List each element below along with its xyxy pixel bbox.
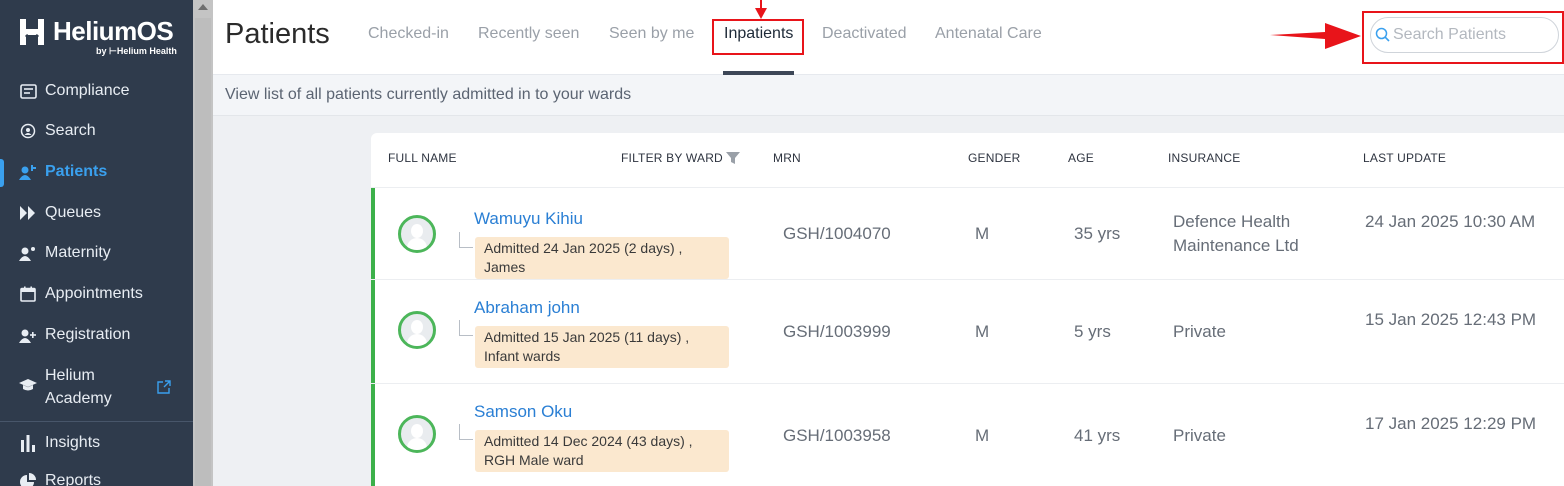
gender-cell: M <box>975 224 990 243</box>
graduation-cap-icon <box>19 376 37 394</box>
tree-connector <box>459 320 473 336</box>
age-cell: 35 yrs <box>1074 224 1121 243</box>
insurance-cell: Defence Health Maintenance Ltd <box>1173 212 1299 255</box>
main-content: FULL NAME FILTER BY WARD MRN GENDER AGE … <box>213 116 1564 486</box>
last-update-cell: 15 Jan 2025 12:43 PM <box>1365 310 1537 329</box>
sidebar-divider <box>0 421 193 422</box>
patients-table: FULL NAME FILTER BY WARD MRN GENDER AGE … <box>371 133 1564 486</box>
sidebar-item-label: Helium Academy <box>45 367 112 407</box>
info-bar: View list of all patients currently admi… <box>213 75 1564 116</box>
tab-antenatal-care[interactable]: Antenatal Care <box>935 25 1042 43</box>
sidebar-item-label: Reports <box>45 472 102 486</box>
admission-badge: Admitted 14 Dec 2024 (43 days) , RGH Mal… <box>475 430 729 472</box>
sidebar-item-label: Compliance <box>45 82 130 99</box>
company-byline: by ⊢Helium Health <box>96 46 177 56</box>
annotation-arrow-right-icon <box>1270 23 1361 49</box>
pie-chart-icon <box>19 472 37 486</box>
calendar-icon <box>19 285 37 303</box>
info-text: View list of all patients currently admi… <box>225 86 632 103</box>
maternity-icon <box>19 244 37 262</box>
page-title: Patients <box>225 18 330 50</box>
insurance-cell: Private <box>1173 322 1226 341</box>
patient-name-link[interactable]: Abraham john <box>474 298 580 318</box>
column-header-gender[interactable]: GENDER <box>968 151 1021 165</box>
sidebar: HeliumOS by ⊢Helium Health Compliance Se… <box>0 0 193 486</box>
sidebar-item-compliance[interactable]: Compliance <box>0 72 193 110</box>
table-row[interactable]: Wamuyu Kihiu Admitted 24 Jan 2025 (2 day… <box>371 188 1564 280</box>
sidebar-item-queues[interactable]: Queues <box>0 194 193 232</box>
last-update-cell: 17 Jan 2025 12:29 PM <box>1365 414 1537 433</box>
sidebar-item-registration[interactable]: Registration <box>0 316 193 354</box>
annotation-arrow-down-icon <box>755 0 767 19</box>
app-name: HeliumOS <box>53 16 174 46</box>
scroll-up-arrow-icon[interactable] <box>198 4 208 10</box>
page-header: Patients Checked-in Recently seen Seen b… <box>213 0 1564 75</box>
table-row[interactable]: Abraham john Admitted 15 Jan 2025 (11 da… <box>371 280 1564 384</box>
table-header: FULL NAME FILTER BY WARD MRN GENDER AGE … <box>371 133 1564 188</box>
sidebar-item-insights[interactable]: Insights <box>0 424 193 462</box>
tab-seen-by-me[interactable]: Seen by me <box>609 25 694 43</box>
sidebar-item-label: Search <box>45 122 96 139</box>
sidebar-item-label: Appointments <box>45 285 143 302</box>
column-header-insurance[interactable]: INSURANCE <box>1168 151 1240 165</box>
insurance-cell: Private <box>1173 426 1226 445</box>
sidebar-item-label: Insights <box>45 434 101 451</box>
sidebar-item-reports[interactable]: Reports <box>0 462 193 486</box>
sidebar-item-maternity[interactable]: Maternity <box>0 234 193 272</box>
tree-connector <box>459 424 473 440</box>
search-icon <box>19 122 37 140</box>
tab-recently-seen[interactable]: Recently seen <box>478 25 579 43</box>
admission-badge: Admitted 24 Jan 2025 (2 days) , James <box>475 237 729 279</box>
search-input[interactable] <box>1393 26 1553 44</box>
inpatients-tab-highlight <box>712 19 804 55</box>
sidebar-item-patients[interactable]: Patients <box>0 153 193 191</box>
patient-name-link[interactable]: Wamuyu Kihiu <box>474 209 583 229</box>
sidebar-scrollbar[interactable] <box>193 0 213 486</box>
patient-name-link[interactable]: Samson Oku <box>474 402 572 422</box>
add-user-icon <box>19 326 37 344</box>
table-row[interactable]: Samson Oku Admitted 14 Dec 2024 (43 days… <box>371 384 1564 486</box>
tree-connector <box>459 232 473 248</box>
column-header-age[interactable]: AGE <box>1068 151 1094 165</box>
tab-deactivated[interactable]: Deactivated <box>822 25 907 43</box>
queues-icon <box>19 204 37 222</box>
tab-checked-in[interactable]: Checked-in <box>368 25 449 43</box>
admission-badge: Admitted 15 Jan 2025 (11 days) , Infant … <box>475 326 729 368</box>
sidebar-item-label: Registration <box>45 326 131 343</box>
row-status-bar <box>371 280 375 383</box>
avatar <box>398 311 436 349</box>
row-status-bar <box>371 188 375 279</box>
helium-logo-icon <box>20 19 44 45</box>
filter-icon[interactable] <box>726 152 741 164</box>
column-header-filter-by-ward[interactable]: FILTER BY WARD <box>621 151 741 165</box>
sidebar-item-label: Queues <box>45 204 102 221</box>
row-status-bar <box>371 384 375 486</box>
patients-icon <box>19 163 37 181</box>
sidebar-item-label: Patients <box>45 163 108 180</box>
sidebar-item-appointments[interactable]: Appointments <box>0 275 193 313</box>
column-header-last-update[interactable]: LAST UPDATE <box>1363 151 1446 165</box>
bar-chart-icon <box>19 434 37 452</box>
column-header-mrn[interactable]: MRN <box>773 151 801 165</box>
search-icon <box>1375 27 1390 42</box>
mrn-cell: GSH/1003999 <box>783 322 891 341</box>
external-link-icon <box>157 380 171 399</box>
gender-cell: M <box>975 322 990 341</box>
mrn-cell: GSH/1004070 <box>783 224 891 243</box>
sidebar-item-label: Maternity <box>45 244 111 261</box>
sidebar-item-helium-academy[interactable]: Helium Academy <box>0 364 193 410</box>
gender-cell: M <box>975 426 990 445</box>
compliance-icon <box>19 82 37 100</box>
avatar <box>398 215 436 253</box>
age-cell: 41 yrs <box>1074 426 1121 445</box>
search-patients-field[interactable] <box>1370 17 1559 53</box>
app-logo[interactable]: HeliumOS by ⊢Helium Health <box>18 16 183 60</box>
avatar <box>398 415 436 453</box>
column-header-full-name[interactable]: FULL NAME <box>388 151 457 165</box>
scrollbar-track[interactable] <box>195 18 211 486</box>
sidebar-item-search[interactable]: Search <box>0 112 193 150</box>
last-update-cell: 24 Jan 2025 10:30 AM <box>1365 212 1536 231</box>
age-cell: 5 yrs <box>1074 322 1111 341</box>
mrn-cell: GSH/1003958 <box>783 426 891 445</box>
